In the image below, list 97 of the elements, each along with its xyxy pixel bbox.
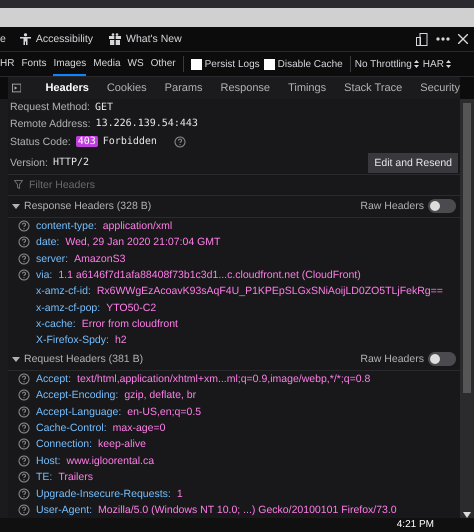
header-value: h2 [114,334,127,346]
section-header[interactable]: Request Headers (381 B) Raw Headers [8,348,460,371]
help-icon[interactable] [18,504,30,516]
panel-icon[interactable] [12,83,22,93]
section-title: Response Headers (328 B) [24,200,152,212]
header-value: text/html,application/xhtml+xm...ml;q=0.9,image/webp,*/*;q=0.8 [77,373,370,385]
scrollbar-thumb[interactable] [463,103,471,393]
header-name: content-type: [36,220,97,232]
panel-tab[interactable]: Headers [45,82,89,94]
help-icon[interactable] [18,406,30,418]
header-name: x-cache: [36,318,76,330]
edit-resend-button[interactable]: Edit and Resend [368,152,458,173]
header-value: Rx6WWgEzAcoavK93sAqF4U_P1KPEpSLGxSNiAoijLD0ZO5TLjFekRg== [96,285,443,298]
header-value: 1 [176,488,183,500]
header-name: Accept-Language: [36,406,122,418]
person-icon [20,33,31,45]
header-name: Upgrade-Insecure-Requests: [36,488,171,500]
dropdown[interactable]: HAR [422,58,451,70]
header-name: Cache-Control: [36,422,107,434]
help-icon[interactable] [18,438,30,450]
more-icon[interactable] [436,37,450,41]
header-value: gzip, deflate, br [124,389,196,402]
header-name: TE: [36,471,52,484]
toolbar-tab[interactable]: e [0,33,6,45]
field-label: Request Method: [10,101,90,114]
clock-time: 4:21 PM [396,520,434,530]
filter-field[interactable]: Filter Headers [27,178,454,192]
option-checkbox[interactable]: Disable Cache [264,58,343,70]
header-name: Accept: [36,373,72,385]
dropdown[interactable]: No Throttling [354,58,419,70]
help-icon[interactable] [18,236,30,248]
help-icon[interactable] [174,136,186,148]
panel-tab[interactable]: Params [164,82,203,94]
header-value: AmazonS3 [74,252,126,265]
panel-tab[interactable]: Security [420,82,460,94]
filter-tab[interactable]: WS [128,52,144,76]
help-icon[interactable] [18,373,30,385]
filter-tab[interactable]: Fonts [21,52,46,76]
field-value: 13.226.139.54:443 [96,118,198,130]
section-header[interactable]: Response Headers (328 B) Raw Headers [8,196,460,218]
header-value: Mozilla/5.0 (Windows NT 10.0; ...) Gecko/20100101 Firefox/73.0 [98,504,397,516]
header-value: en-US,en;q=0.5 [127,406,202,418]
field-label: Remote Address: [10,118,91,130]
option-checkbox[interactable]: Persist Logs [190,58,260,70]
header-value: max-age=0 [112,422,166,434]
help-icon[interactable] [18,252,30,265]
help-icon[interactable] [18,269,30,282]
header-name: X-Firefox-Spdy: [36,334,109,346]
help-icon[interactable] [18,488,30,500]
header-name: Connection: [36,438,92,450]
header-value: YTO50-C2 [106,302,156,314]
raw-headers-toggle[interactable] [428,352,456,366]
field-value: HTTP/2 [52,157,90,168]
gift-icon [109,33,122,45]
header-name: date: [36,236,60,248]
header-value: application/xml [102,220,172,232]
section-title: Request Headers (381 B) [24,353,144,366]
toolbar-tab[interactable]: Accessibility [20,33,94,45]
header-value: Wed, 29 Jan 2020 21:07:04 GMT [65,236,220,248]
help-icon[interactable] [18,454,30,467]
help-icon[interactable] [18,422,30,434]
header-value: Trailers [58,471,93,484]
help-icon[interactable] [18,471,30,484]
status-badge: 403 [76,136,98,148]
header-name: Accept-Encoding: [36,389,118,402]
header-value: www.igloorental.ca [66,454,154,467]
header-name: x-amz-cf-pop: [36,302,100,314]
header-name: User-Agent: [36,504,92,516]
raw-headers-toggle[interactable] [428,199,456,214]
responsive-icon[interactable] [416,32,428,46]
field-label: Version: [10,156,48,169]
filter-icon [14,180,23,190]
header-name: x-amz-cf-id: [36,285,91,298]
field-label: Status Code: [10,136,71,148]
panel-tab[interactable]: Response [220,82,270,94]
filter-tab[interactable]: Media [93,52,121,76]
panel-tab[interactable]: Cookies [106,82,147,94]
help-icon[interactable] [18,220,30,232]
toolbar-tab[interactable]: What's New [109,33,182,45]
raw-headers-label: Raw Headers [360,200,424,212]
header-name: via: [36,269,52,282]
header-value: Error from cloudfront [82,318,178,330]
field-value: GET [94,102,114,113]
spinner-arrows-icon [414,60,419,68]
raw-headers-label: Raw Headers [360,353,424,366]
close-icon[interactable] [458,34,468,44]
header-name: Host: [36,454,61,467]
header-value: keep-alive [98,438,146,450]
help-icon[interactable] [18,389,30,402]
filter-tab[interactable]: Other [150,52,176,76]
panel-tab[interactable]: Timings [288,82,326,94]
header-name: server: [36,252,68,265]
header-value: 1.1 a6146f7d1afa88408f73b1c3d1...c.cloudfront.net (CloudFront) [58,269,361,282]
panel-tab[interactable]: Stack Trace [344,82,402,94]
filter-tab[interactable]: HR [0,52,14,76]
field-value: Forbidden [102,136,157,148]
spinner-arrows-icon [446,60,451,68]
